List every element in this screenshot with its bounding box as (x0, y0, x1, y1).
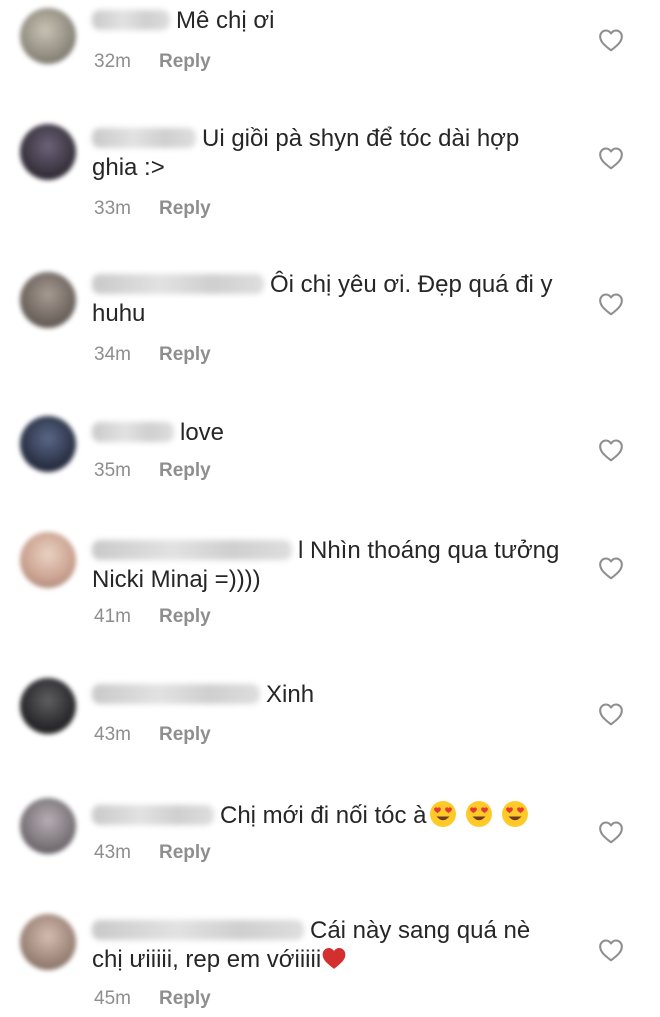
avatar[interactable] (20, 272, 76, 328)
reply-button[interactable]: Reply (159, 198, 211, 219)
username-blurred[interactable] (92, 128, 196, 148)
username-blurred[interactable] (92, 10, 170, 30)
comment-time: 34m (94, 344, 131, 365)
comment-item: love 35m Reply (0, 392, 660, 502)
comment-time: 32m (94, 51, 131, 72)
heart-outline-icon[interactable] (598, 938, 624, 962)
avatar[interactable] (20, 532, 76, 588)
comment-item: Cái này sang quá nè chị ưiiiii, rep em v… (0, 892, 660, 1017)
comment-time: 45m (94, 988, 131, 1009)
reply-button[interactable]: Reply (159, 606, 211, 627)
red-heart-emoji (322, 948, 346, 969)
comment-time: 33m (94, 198, 131, 219)
heart-outline-icon[interactable] (598, 702, 624, 726)
username-blurred[interactable] (92, 920, 304, 940)
heart-outline-icon[interactable] (598, 556, 624, 580)
comment-item: Ôi chị yêu ơi. Đẹp quá đi y huhu 34m Repl… (0, 246, 660, 386)
reply-button[interactable]: Reply (159, 842, 211, 863)
comment-text: Xinh (266, 681, 315, 708)
username-blurred[interactable] (92, 805, 214, 825)
comment-item: l Nhìn thoáng qua tưởng Nicki Minaj =)))… (0, 510, 660, 650)
comment-text: love (180, 419, 225, 446)
username-blurred[interactable] (92, 684, 260, 704)
username-blurred[interactable] (92, 540, 292, 560)
reply-button[interactable]: Reply (159, 724, 211, 745)
avatar[interactable] (20, 798, 76, 854)
comment-time: 41m (94, 606, 131, 627)
heart-eyes-emoji (502, 801, 529, 827)
heart-outline-icon[interactable] (598, 292, 624, 316)
comment-text: Mê chị ơi (176, 7, 275, 34)
comment-time: 43m (94, 842, 131, 863)
reply-button[interactable]: Reply (159, 460, 211, 481)
comment-item: Chị mới đi nối tóc à 43m Reply (0, 774, 660, 884)
heart-outline-icon[interactable] (598, 146, 624, 170)
avatar[interactable] (20, 678, 76, 734)
reply-button[interactable]: Reply (159, 51, 211, 72)
comment-item: Mê chị ơi 32m Reply (0, 0, 660, 90)
comment-time: 35m (94, 460, 131, 481)
heart-eyes-emoji (466, 801, 493, 827)
comment-time: 43m (94, 724, 131, 745)
reply-button[interactable]: Reply (159, 988, 211, 1009)
heart-outline-icon[interactable] (598, 28, 624, 52)
heart-eyes-emoji (430, 801, 457, 827)
username-blurred[interactable] (92, 274, 264, 294)
comment-item: Xinh 43m Reply (0, 656, 660, 766)
heart-outline-icon[interactable] (598, 438, 624, 462)
username-blurred[interactable] (92, 422, 174, 442)
reply-button[interactable]: Reply (159, 344, 211, 365)
avatar[interactable] (20, 124, 76, 180)
comment-text: Chị mới đi nối tóc à (220, 802, 427, 829)
heart-outline-icon[interactable] (598, 820, 624, 844)
avatar[interactable] (20, 8, 76, 64)
avatar[interactable] (20, 914, 76, 970)
avatar[interactable] (20, 416, 76, 472)
comment-item: Ui giồi pà shyn để tóc dài hợp ghia :> 3… (0, 100, 660, 240)
